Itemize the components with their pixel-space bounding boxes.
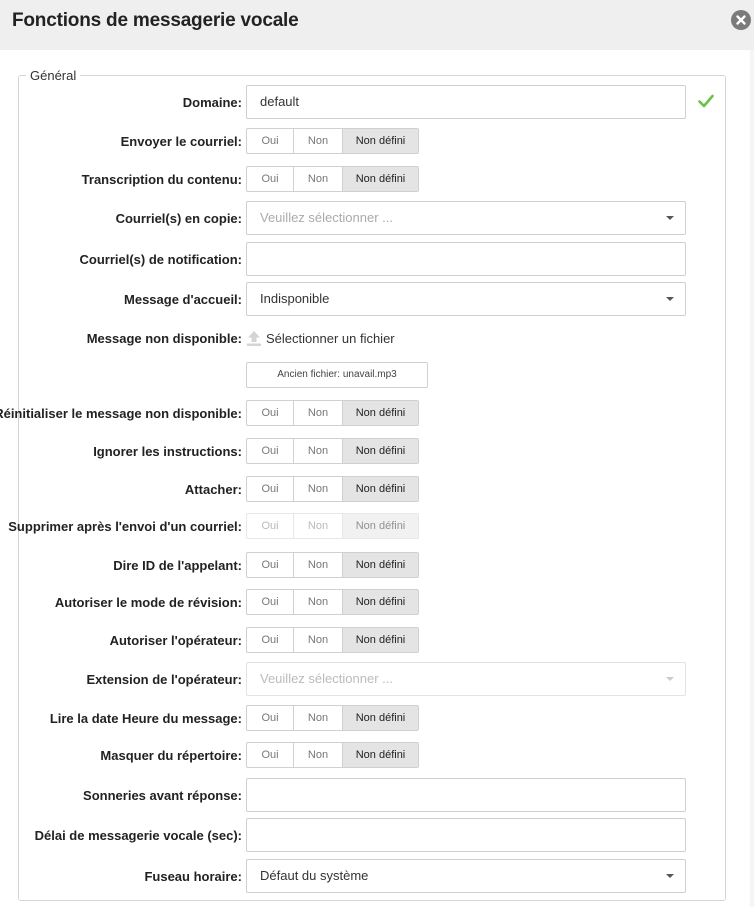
delai-label: Délai de messagerie vocale (sec): [34, 828, 242, 843]
sonneries-label: Sonneries avant réponse: [83, 788, 242, 803]
option-oui[interactable]: Oui [247, 743, 294, 767]
option-oui[interactable]: Oui [247, 439, 294, 463]
lire-date-label: Lire la date Heure du message: [49, 711, 242, 726]
operateur-label: Autoriser l'opérateur: [109, 633, 242, 648]
message-accueil-value: Indisponible [260, 291, 330, 306]
option-non-defini[interactable]: Non défini [343, 477, 418, 501]
ignorer-toggle: Oui Non Non défini [246, 438, 419, 464]
ignorer-label: Ignorer les instructions: [93, 444, 242, 459]
fieldset-legend: Général [26, 68, 81, 83]
courriel-copie-placeholder: Veuillez sélectionner ... [260, 210, 393, 225]
option-non-defini[interactable]: Non défini [343, 628, 418, 652]
sonneries-input[interactable] [246, 778, 686, 812]
fuseau-value: Défaut du système [260, 868, 369, 883]
fuseau-select[interactable]: Défaut du système [246, 859, 686, 893]
option-non-defini[interactable]: Non défini [343, 167, 418, 191]
dire-id-label: Dire ID de l'appelant: [113, 558, 242, 573]
option-non[interactable]: Non [294, 167, 343, 191]
close-icon [736, 15, 746, 25]
revision-toggle: Oui Non Non défini [246, 589, 419, 615]
dialog-title: Fonctions de messagerie vocale [12, 10, 299, 31]
reinitialiser-label: Réinitialiser le message non disponible: [0, 406, 242, 421]
supprimer-label: Supprimer après l'envoi d'un courriel: [8, 519, 242, 534]
extension-operateur-select: Veuillez sélectionner ... [246, 662, 686, 696]
option-non[interactable]: Non [294, 553, 343, 577]
masquer-label: Masquer du répertoire: [100, 748, 242, 763]
old-file-button[interactable]: Ancien fichier: unavail.mp3 [246, 362, 428, 388]
option-oui[interactable]: Oui [247, 167, 294, 191]
attacher-label: Attacher: [184, 482, 242, 497]
option-non-defini: Non défini [343, 514, 418, 538]
operateur-toggle: Oui Non Non défini [246, 627, 419, 653]
extension-operateur-label: Extension de l'opérateur: [86, 672, 242, 687]
transcription-label: Transcription du contenu: [81, 172, 242, 187]
lire-date-toggle: Oui Non Non défini [246, 705, 419, 731]
option-non-defini[interactable]: Non défini [343, 439, 418, 463]
option-non[interactable]: Non [294, 401, 343, 425]
chevron-down-icon [666, 297, 674, 301]
option-oui[interactable]: Oui [247, 553, 294, 577]
attacher-toggle: Oui Non Non défini [246, 476, 419, 502]
close-button[interactable] [731, 10, 751, 30]
option-non-defini[interactable]: Non défini [343, 553, 418, 577]
option-non[interactable]: Non [294, 590, 343, 614]
option-non-defini[interactable]: Non défini [343, 401, 418, 425]
option-non[interactable]: Non [294, 129, 343, 153]
message-accueil-select[interactable]: Indisponible [246, 282, 686, 316]
reinitialiser-toggle: Oui Non Non défini [246, 400, 419, 426]
delai-input[interactable] [246, 818, 686, 852]
option-oui[interactable]: Oui [247, 401, 294, 425]
extension-operateur-placeholder: Veuillez sélectionner ... [260, 671, 393, 686]
option-non-defini[interactable]: Non défini [343, 129, 418, 153]
option-non: Non [294, 514, 343, 538]
scrollbar-track[interactable] [750, 50, 754, 907]
masquer-toggle: Oui Non Non défini [246, 742, 419, 768]
upload-label: Sélectionner un fichier [266, 330, 395, 346]
envoyer-courriel-label: Envoyer le courriel: [120, 134, 242, 149]
upload-icon [247, 330, 261, 346]
revision-label: Autoriser le mode de révision: [54, 595, 242, 610]
courriel-copie-select[interactable]: Veuillez sélectionner ... [246, 201, 686, 235]
option-non-defini[interactable]: Non défini [343, 706, 418, 730]
option-non[interactable]: Non [294, 706, 343, 730]
dialog-header: Fonctions de messagerie vocale [0, 0, 754, 50]
option-non-defini[interactable]: Non défini [343, 743, 418, 767]
domaine-input[interactable]: default [246, 85, 686, 119]
option-non[interactable]: Non [294, 477, 343, 501]
option-oui[interactable]: Oui [247, 477, 294, 501]
supprimer-toggle: Oui Non Non défini [246, 513, 419, 539]
courriel-notification-label: Courriel(s) de notification: [79, 252, 243, 267]
transcription-toggle: Oui Non Non défini [246, 166, 419, 192]
option-non[interactable]: Non [294, 743, 343, 767]
option-non-defini[interactable]: Non défini [343, 590, 418, 614]
message-accueil-label: Message d'accueil: [124, 292, 242, 307]
courriel-notification-input[interactable] [246, 242, 686, 276]
option-oui[interactable]: Oui [247, 590, 294, 614]
option-oui: Oui [247, 514, 294, 538]
option-non[interactable]: Non [294, 628, 343, 652]
chevron-down-icon [666, 874, 674, 878]
chevron-down-icon [666, 216, 674, 220]
fuseau-label: Fuseau horaire: [144, 869, 242, 884]
courriel-copie-label: Courriel(s) en copie: [115, 211, 242, 226]
chevron-down-icon [666, 677, 674, 681]
file-upload-button[interactable]: Sélectionner un fichier [246, 328, 395, 348]
envoyer-courriel-toggle: Oui Non Non défini [246, 128, 419, 154]
domaine-label: Domaine: [182, 95, 242, 110]
check-icon [698, 94, 714, 108]
option-oui[interactable]: Oui [247, 628, 294, 652]
option-oui[interactable]: Oui [247, 129, 294, 153]
dire-id-toggle: Oui Non Non défini [246, 552, 419, 578]
message-non-disponible-label: Message non disponible: [86, 331, 242, 346]
option-non[interactable]: Non [294, 439, 343, 463]
option-oui[interactable]: Oui [247, 706, 294, 730]
